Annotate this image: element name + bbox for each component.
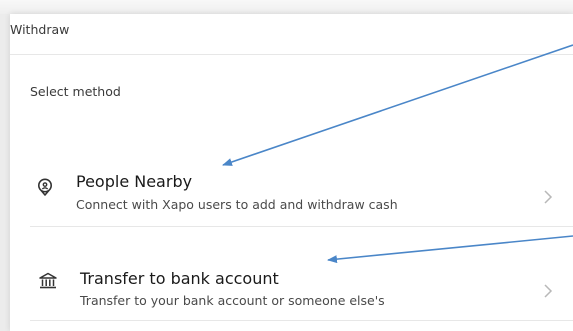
method-subtitle: Transfer to your bank account or someone… — [80, 293, 385, 308]
method-title: Transfer to bank account — [80, 269, 279, 288]
section-label: Select method — [30, 84, 121, 99]
method-bank-transfer[interactable]: Transfer to bank account Transfer to you… — [10, 227, 573, 308]
method-subtitle: Connect with Xapo users to add and withd… — [76, 197, 398, 212]
method-title: People Nearby — [76, 172, 193, 191]
page-title: Withdraw — [10, 22, 70, 37]
card-header: Withdraw — [10, 14, 573, 55]
divider — [30, 320, 573, 321]
location-pin-icon — [35, 177, 55, 197]
chevron-right-icon — [542, 283, 554, 299]
withdraw-card: Withdraw Select method People Nearby Con… — [10, 14, 573, 331]
method-people-nearby[interactable]: People Nearby Connect with Xapo users to… — [10, 151, 573, 223]
top-bar — [0, 0, 573, 14]
chevron-right-icon — [542, 189, 554, 205]
bank-icon — [38, 271, 58, 291]
